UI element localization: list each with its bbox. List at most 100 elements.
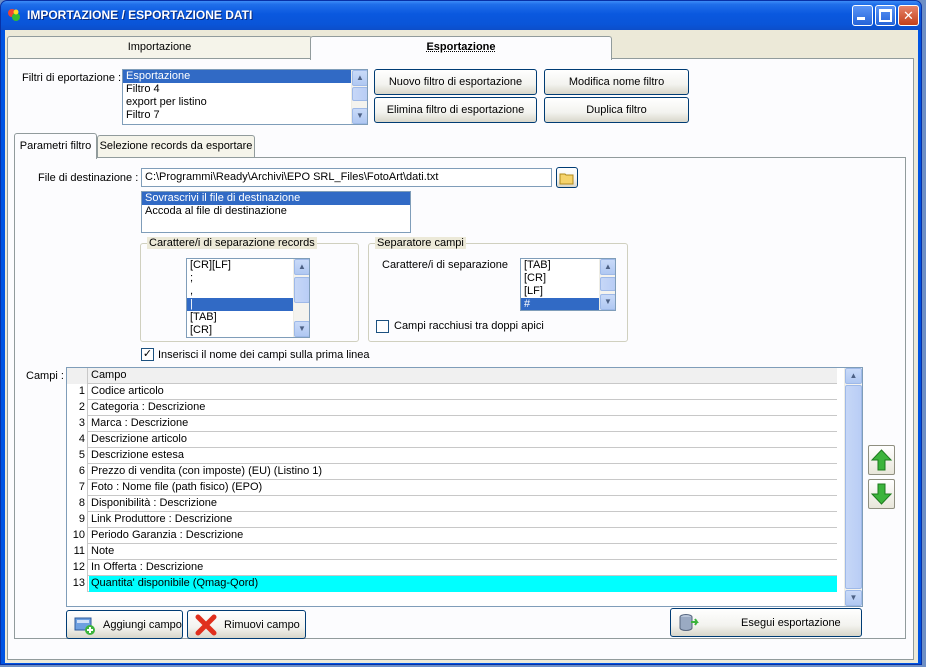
field-separator-group-label: Separatore campi [375,237,466,249]
remove-x-icon [195,614,217,635]
table-row[interactable]: 1 Codice articolo [67,384,837,400]
folder-icon [559,173,574,184]
scroll-thumb[interactable] [845,385,862,589]
field-name-cell[interactable]: Marca : Descrizione [89,416,837,432]
table-row[interactable]: 8 Disponibilità : Descrizione [67,496,837,512]
field-name-cell[interactable]: Prezzo di vendita (con imposte) (EU) (Li… [89,464,837,480]
table-row[interactable]: 2 Categoria : Descrizione [67,400,837,416]
quote-fields-checkbox[interactable] [376,320,389,333]
field-name-cell[interactable]: Quantita' disponibile (Qmag-Qord) [89,576,837,592]
record-separator-item[interactable]: | [187,298,309,311]
write-mode-item[interactable]: Sovrascrivi il file di destinazione [142,192,410,205]
field-name-cell[interactable]: Link Produttore : Descrizione [89,512,837,528]
field-name-cell[interactable]: Codice articolo [89,384,837,400]
field-separator-scrollbar[interactable]: ▲ ▼ [599,259,615,310]
record-separator-scrollbar[interactable]: ▲ ▼ [293,259,309,337]
write-mode-listbox[interactable]: Sovrascrivi il file di destinazione Acco… [141,191,411,233]
fields-label: Campi : [26,370,64,382]
scroll-down-icon[interactable]: ▼ [352,108,367,124]
row-number: 6 [67,464,88,480]
row-number: 9 [67,512,88,528]
row-number: 2 [67,400,88,416]
table-row[interactable]: 3 Marca : Descrizione [67,416,837,432]
minimize-button[interactable] [852,5,873,26]
grid-header-corner [67,368,88,384]
field-name-cell[interactable]: Foto : Nome file (path fisico) (EPO) [89,480,837,496]
add-field-button[interactable]: Aggiungi campo [66,610,183,639]
close-button[interactable]: ✕ [898,5,919,26]
scroll-thumb[interactable] [600,277,615,291]
scroll-up-icon[interactable]: ▲ [845,368,862,384]
fields-grid[interactable]: Campo 1 Codice articolo 2 Categoria : Descr… [66,367,863,607]
tab-importazione[interactable]: Importazione [7,36,312,58]
filter-item[interactable]: Filtro 4 [123,83,367,96]
delete-filter-button[interactable]: Elimina filtro di esportazione [374,97,537,123]
filter-item[interactable]: Filtro 7 [123,109,367,122]
table-row[interactable]: 4 Descrizione articolo [67,432,837,448]
field-separator-listbox[interactable]: [TAB] [CR] [LF] # ▲ ▼ [520,258,616,311]
table-row[interactable]: 6 Prezzo di vendita (con imposte) (EU) (L… [67,464,837,480]
scroll-thumb[interactable] [352,87,367,101]
destination-path-field[interactable]: C:\Programmi\Ready\Archivi\EPO SRL_Files… [141,168,552,187]
tab-esportazione[interactable]: Esportazione [310,36,612,60]
move-down-button[interactable] [868,479,895,509]
record-separator-item[interactable]: [CR][LF] [187,259,309,272]
title-bar[interactable]: IMPORTAZIONE / ESPORTAZIONE DATI ✕ [1,1,921,30]
filters-scrollbar[interactable]: ▲ ▼ [351,70,367,124]
field-name-cell[interactable]: Note [89,544,837,560]
table-row[interactable]: 13 Quantita' disponibile (Qmag-Qord) [67,576,837,592]
field-name-cell[interactable]: Descrizione articolo [89,432,837,448]
scroll-thumb[interactable] [294,277,309,303]
quote-fields-label: Campi racchiusi tra doppi apici [394,320,544,332]
move-up-button[interactable] [868,445,895,475]
table-row[interactable]: 9 Link Produttore : Descrizione [67,512,837,528]
header-line-label: Inserisci il nome dei campi sulla prima … [158,349,370,361]
table-row[interactable]: 11 Note [67,544,837,560]
table-row[interactable]: 10 Periodo Garanzia : Descrizione [67,528,837,544]
field-name-cell[interactable]: Periodo Garanzia : Descrizione [89,528,837,544]
fields-scrollbar[interactable]: ▲ ▼ [844,368,862,606]
record-separator-item[interactable]: [TAB] [187,311,309,324]
record-separator-item[interactable]: , [187,285,309,298]
run-export-button[interactable]: Esegui esportazione [670,608,862,637]
rename-filter-button[interactable]: Modifica nome filtro [544,69,689,95]
table-row[interactable]: 12 In Offerta : Descrizione [67,560,837,576]
new-filter-button[interactable]: Nuovo filtro di esportazione [374,69,537,95]
write-mode-item[interactable]: Accoda al file di destinazione [142,205,410,218]
remove-field-button[interactable]: Rimuovi campo [187,610,306,639]
maximize-button[interactable] [875,5,896,26]
record-separator-item[interactable]: [CR] [187,324,309,337]
filter-item[interactable]: Esportazione [123,70,367,83]
row-number: 8 [67,496,88,512]
scroll-down-icon[interactable]: ▼ [845,590,862,606]
window: IMPORTAZIONE / ESPORTAZIONE DATI ✕ Impor… [0,0,922,665]
table-row[interactable]: 7 Foto : Nome file (path fisico) (EPO) [67,480,837,496]
table-row[interactable]: 5 Descrizione estesa [67,448,837,464]
field-name-cell[interactable]: In Offerta : Descrizione [89,560,837,576]
arrow-up-icon [870,449,893,471]
scroll-up-icon[interactable]: ▲ [352,70,367,86]
filters-listbox[interactable]: Esportazione Filtro 4 export per listino… [122,69,368,125]
tab-parametri-label: Parametri filtro [19,140,92,152]
duplicate-filter-button[interactable]: Duplica filtro [544,97,689,123]
scroll-down-icon[interactable]: ▼ [294,321,309,337]
row-number: 3 [67,416,88,432]
filter-item[interactable]: export per listino [123,96,367,109]
record-separator-listbox[interactable]: [CR][LF] ; , | [TAB] [CR] ▲ ▼ [186,258,310,338]
tab-selezione-records[interactable]: Selezione records da esportare [97,135,255,157]
field-name-cell[interactable]: Disponibilità : Descrizione [89,496,837,512]
browse-folder-button[interactable] [556,167,578,188]
record-separator-item[interactable]: ; [187,272,309,285]
field-name-cell[interactable]: Categoria : Descrizione [89,400,837,416]
scroll-up-icon[interactable]: ▲ [294,259,309,275]
maximize-icon [879,9,892,22]
grid-header-campo[interactable]: Campo [89,368,837,384]
scroll-up-icon[interactable]: ▲ [600,259,615,275]
header-line-checkbox[interactable]: ✓ [141,348,154,361]
field-name-cell[interactable]: Descrizione estesa [89,448,837,464]
scroll-down-icon[interactable]: ▼ [600,294,615,310]
client-area: Importazione Esportazione Filtri di epor… [5,30,918,663]
tab-parametri-filtro[interactable]: Parametri filtro [14,133,97,159]
row-number: 12 [67,560,88,576]
row-number: 1 [67,384,88,400]
